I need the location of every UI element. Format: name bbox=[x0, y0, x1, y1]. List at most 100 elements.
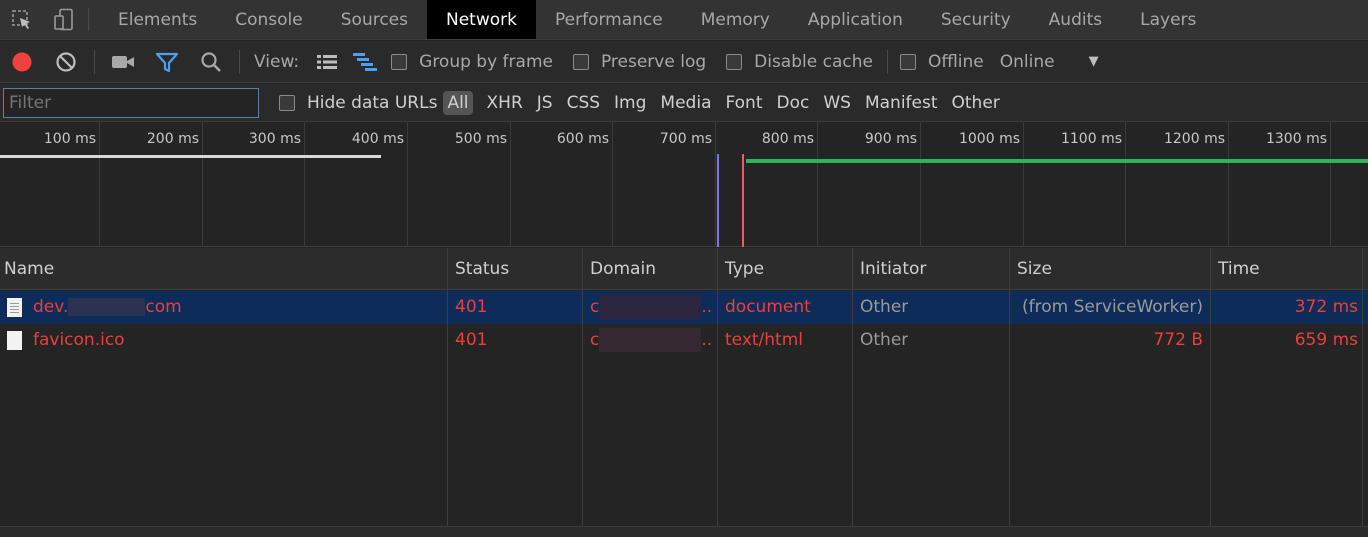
requests-table: Name Status Domain Type Initiator Size T… bbox=[0, 248, 1368, 528]
column-divider[interactable] bbox=[852, 248, 853, 528]
show-overview-waterfall-icon[interactable] bbox=[345, 41, 385, 83]
timeline-tick-label: 100 ms bbox=[43, 131, 96, 147]
hide-data-urls-label: Hide data URLs bbox=[307, 92, 438, 113]
column-divider[interactable] bbox=[447, 248, 448, 528]
column-header-type[interactable]: Type bbox=[721, 248, 764, 290]
table-row[interactable]: favicon.ico 401 c.. text/html Other 772 … bbox=[0, 324, 1368, 357]
filter-type-css[interactable]: CSS bbox=[567, 93, 600, 113]
toolbar-divider bbox=[88, 8, 89, 31]
filter-type-all[interactable]: All bbox=[443, 90, 473, 115]
large-request-rows-list-icon[interactable] bbox=[309, 41, 345, 83]
column-header-size[interactable]: Size bbox=[1013, 248, 1052, 290]
checkbox-box[interactable] bbox=[279, 94, 295, 111]
group-by-frame-checkbox[interactable]: Group by frame bbox=[391, 52, 553, 72]
table-row[interactable]: dev. com 401 c.. document Other (from Ser… bbox=[0, 291, 1368, 324]
offline-checkbox[interactable]: Offline bbox=[899, 52, 984, 72]
timeline-tick-label: 200 ms bbox=[146, 131, 199, 147]
column-header-domain[interactable]: Domain bbox=[586, 248, 656, 290]
timeline-tick-label: 500 ms bbox=[454, 131, 507, 147]
request-name-cell[interactable]: favicon.ico bbox=[33, 324, 125, 357]
column-header-name[interactable]: Name bbox=[0, 248, 54, 290]
filter-type-manifest[interactable]: Manifest bbox=[865, 93, 938, 113]
record-button[interactable] bbox=[0, 41, 44, 83]
domcontentloaded-marker bbox=[717, 154, 719, 247]
column-divider[interactable] bbox=[1009, 248, 1010, 528]
column-divider[interactable] bbox=[1210, 248, 1211, 528]
filter-type-media[interactable]: Media bbox=[660, 93, 711, 113]
disable-cache-checkbox[interactable]: Disable cache bbox=[726, 52, 873, 72]
filter-funnel-icon[interactable] bbox=[145, 41, 189, 83]
hide-data-urls-checkbox[interactable]: Hide data URLs bbox=[279, 93, 437, 113]
column-divider[interactable] bbox=[582, 248, 583, 528]
checkbox-box[interactable] bbox=[899, 53, 916, 70]
timeline-gridline bbox=[1228, 122, 1229, 247]
tab-console[interactable]: Console bbox=[216, 0, 322, 39]
status-bar bbox=[0, 526, 1368, 537]
timeline-gridline bbox=[1023, 122, 1024, 247]
network-overview-timeline[interactable]: 100 ms 200 ms 300 ms 400 ms 500 ms 600 m… bbox=[0, 122, 1368, 247]
tab-elements[interactable]: Elements bbox=[99, 0, 216, 39]
timeline-tick-label: 1100 ms bbox=[1060, 131, 1122, 147]
group-by-frame-label: Group by frame bbox=[419, 51, 553, 72]
tab-sources[interactable]: Sources bbox=[322, 0, 427, 39]
checkbox-box[interactable] bbox=[726, 53, 743, 70]
redacted-text bbox=[68, 298, 146, 316]
filter-bar: Hide data URLs All XHR JS CSS Img Media … bbox=[0, 84, 1368, 122]
tab-memory[interactable]: Memory bbox=[682, 0, 789, 39]
timeline-gridline bbox=[817, 122, 818, 247]
filter-type-doc[interactable]: Doc bbox=[777, 93, 810, 113]
document-file-icon bbox=[7, 298, 22, 317]
timeline-gridline bbox=[202, 122, 203, 247]
blank-file-icon bbox=[7, 331, 22, 350]
status-cell: 401 bbox=[455, 297, 488, 317]
filter-type-font[interactable]: Font bbox=[725, 93, 762, 113]
tab-performance[interactable]: Performance bbox=[536, 0, 682, 39]
search-icon[interactable] bbox=[189, 41, 233, 83]
type-cell: document bbox=[725, 297, 811, 317]
request-name-cell[interactable]: dev. com bbox=[33, 291, 443, 324]
disable-cache-label: Disable cache bbox=[754, 51, 873, 72]
column-divider[interactable] bbox=[717, 248, 718, 528]
column-divider[interactable] bbox=[1362, 248, 1363, 528]
domain-cell: c.. bbox=[590, 291, 715, 324]
time-cell: 659 ms bbox=[1294, 330, 1358, 350]
column-header-initiator[interactable]: Initiator bbox=[856, 248, 926, 290]
filter-input[interactable] bbox=[3, 87, 259, 118]
timeline-tick-label: 900 ms bbox=[864, 131, 917, 147]
clear-button[interactable] bbox=[44, 41, 88, 83]
filter-type-xhr[interactable]: XHR bbox=[487, 93, 523, 113]
preserve-log-checkbox[interactable]: Preserve log bbox=[572, 51, 707, 72]
throttling-select[interactable]: Online ▼ bbox=[1000, 52, 1099, 72]
tab-security[interactable]: Security bbox=[922, 0, 1030, 39]
domain-suffix: .. bbox=[701, 297, 713, 317]
filter-type-js[interactable]: JS bbox=[537, 93, 553, 113]
tab-application[interactable]: Application bbox=[789, 0, 922, 39]
column-header-time[interactable]: Time bbox=[1214, 248, 1260, 290]
capture-screenshots-camera-icon[interactable] bbox=[101, 41, 145, 83]
timeline-tick-label: 1000 ms bbox=[958, 131, 1020, 147]
column-header-status[interactable]: Status bbox=[451, 248, 509, 290]
checkbox-box[interactable] bbox=[391, 53, 408, 70]
filter-type-img[interactable]: Img bbox=[614, 93, 646, 113]
inspect-element-icon[interactable] bbox=[0, 0, 44, 39]
preserve-log-label: Preserve log bbox=[600, 51, 707, 72]
tab-network[interactable]: Network bbox=[427, 0, 536, 39]
filter-type-ws[interactable]: WS bbox=[823, 93, 851, 113]
dropdown-arrow-icon: ▼ bbox=[1088, 54, 1099, 69]
domain-prefix: c bbox=[590, 330, 600, 350]
toolbar-divider bbox=[94, 49, 95, 74]
timeline-tick-label: 400 ms bbox=[351, 131, 404, 147]
size-cell: (from ServiceWorker) bbox=[1022, 297, 1203, 317]
domain-suffix: .. bbox=[701, 330, 713, 350]
redacted-text bbox=[599, 328, 702, 352]
tab-audits[interactable]: Audits bbox=[1030, 0, 1121, 39]
request-name-prefix: dev. bbox=[33, 297, 69, 317]
device-toolbar-icon[interactable] bbox=[44, 0, 84, 39]
domain-prefix: c bbox=[590, 297, 600, 317]
initiator-cell: Other bbox=[860, 297, 909, 317]
initiator-cell: Other bbox=[860, 330, 909, 350]
tab-layers[interactable]: Layers bbox=[1121, 0, 1215, 39]
checkbox-box[interactable] bbox=[572, 53, 589, 70]
filter-type-other[interactable]: Other bbox=[952, 93, 1000, 113]
size-cell: 772 B bbox=[1153, 330, 1203, 350]
